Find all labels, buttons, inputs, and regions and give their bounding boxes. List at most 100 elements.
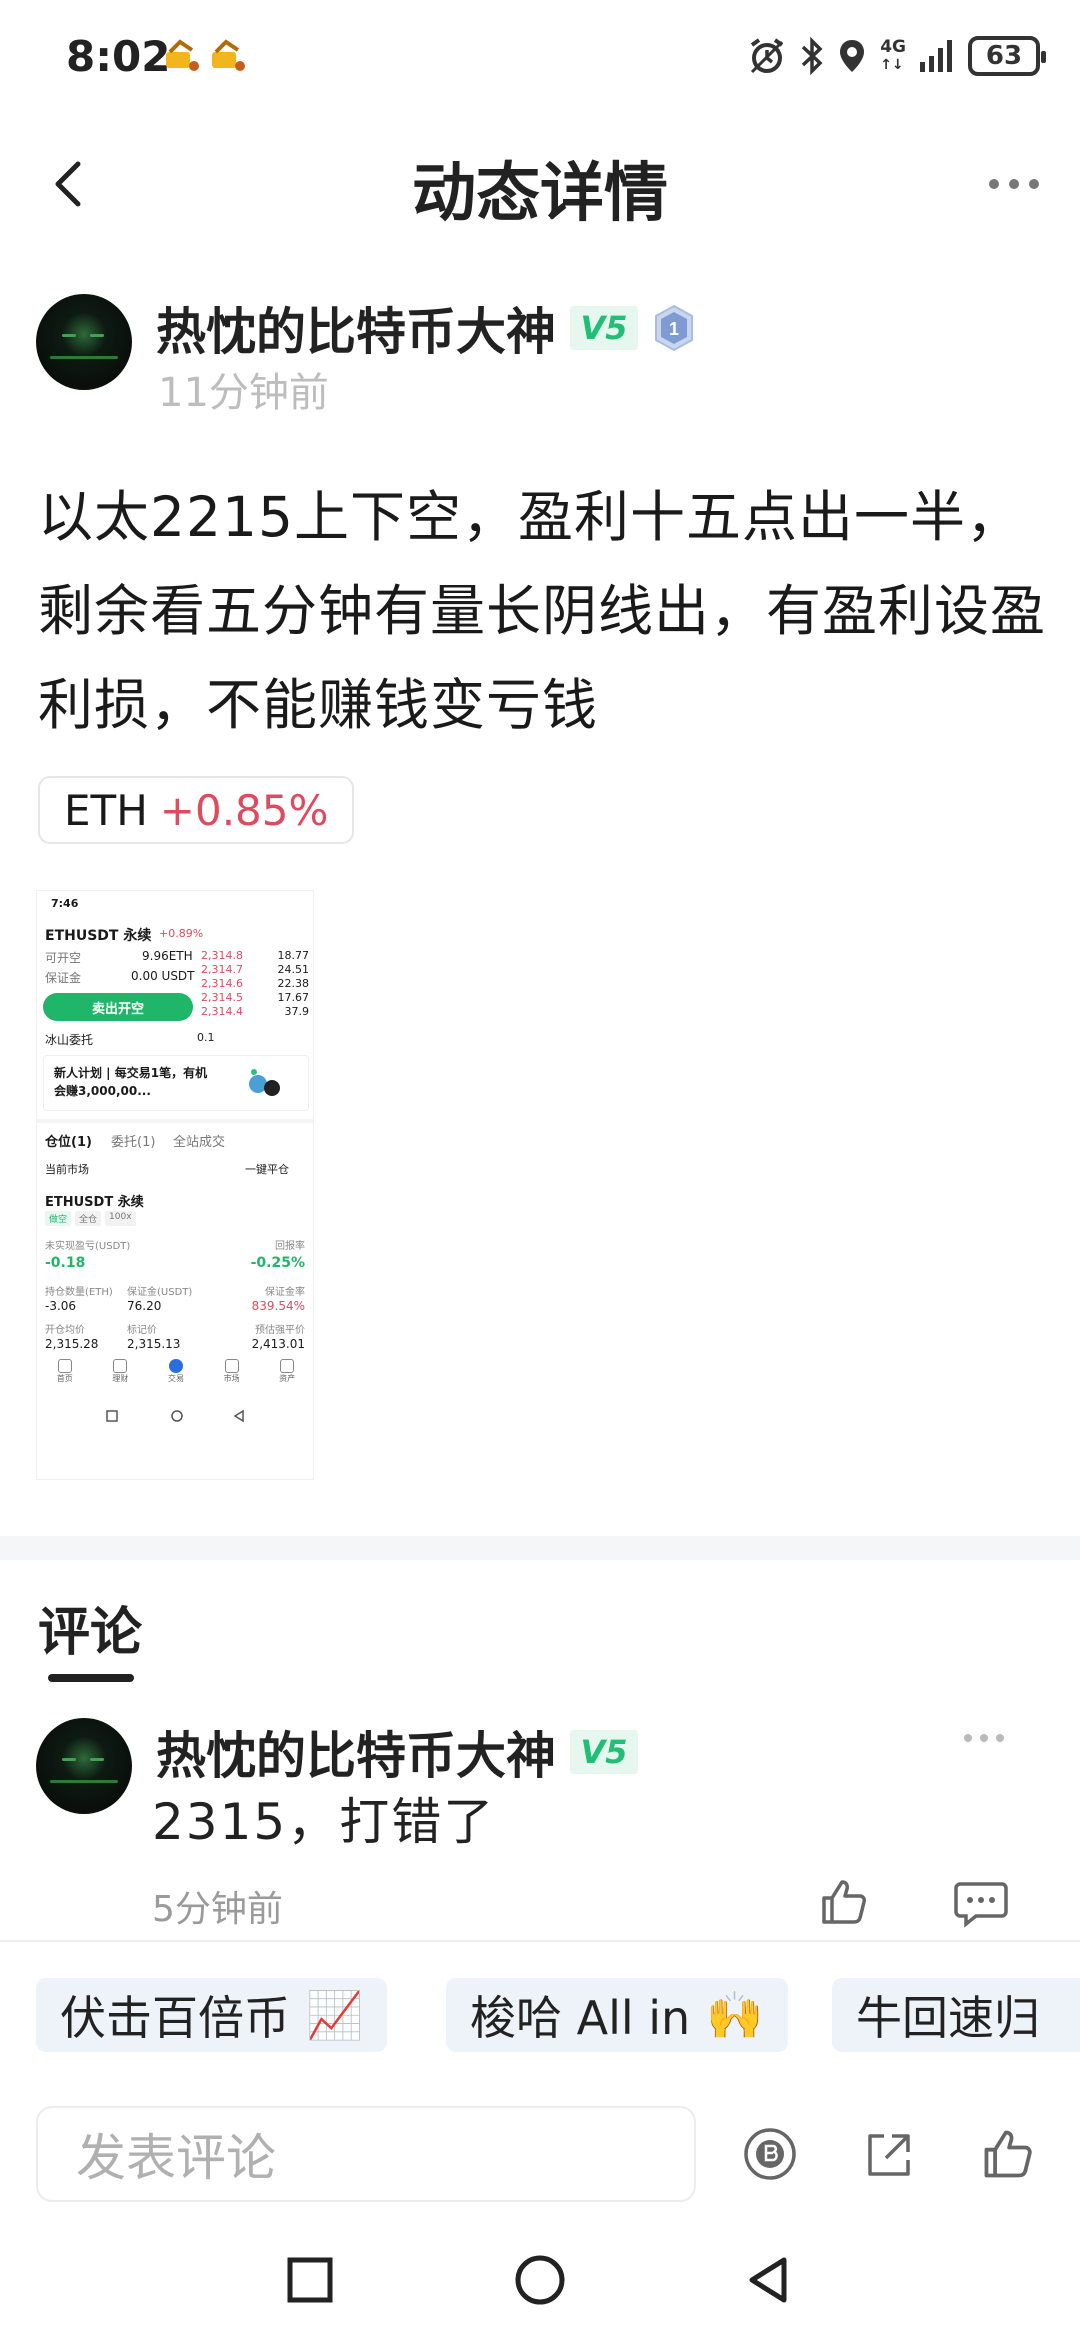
img-orderbook-row: 2,314.5 17.67: [201, 991, 309, 1005]
raised-hands-icon: 🙌: [706, 1987, 764, 2042]
status-time: 8:02: [66, 32, 171, 81]
recents-icon[interactable]: [286, 2256, 334, 2304]
img-label: 标记价: [127, 1325, 157, 1336]
coin-tag-symbol: ETH: [64, 785, 148, 835]
share-icon[interactable]: [862, 2128, 916, 2182]
status-icons: 4G ↑↓ 63: [748, 36, 1046, 76]
img-value: 839.54%: [251, 1299, 305, 1313]
img-orderbook-qty: 17.67: [277, 991, 310, 1004]
location-icon: [840, 40, 865, 72]
img-orderbook-qty: 22.38: [277, 977, 310, 990]
img-pos-tag: 做空: [45, 1211, 72, 1226]
img-bottom-tabs: 首页 理财 交易 市场 资产: [37, 1359, 313, 1384]
img-tab-icon: [57, 1359, 72, 1373]
img-label: 开仓均价: [45, 1325, 85, 1336]
quick-chip[interactable]: 伏击百倍币 📈: [36, 1978, 388, 2052]
comment-avatar[interactable]: [36, 1718, 132, 1814]
comment-author-row: 热忱的比特币大神 V5: [156, 1716, 638, 1788]
post-author-row: 热忱的比特币大神 V5 1: [156, 292, 696, 364]
img-label: 保证金率: [265, 1287, 305, 1298]
vip-badge: V5: [570, 1730, 638, 1774]
chart-emoji-icon: 📈: [306, 1987, 364, 2042]
home-icon[interactable]: [514, 2254, 566, 2306]
img-bottom-tab: 理财: [112, 1359, 128, 1384]
comment-more-icon[interactable]: [962, 1732, 1006, 1744]
img-tab-icon: [224, 1359, 239, 1373]
img-label: 保证金(USDT): [127, 1287, 193, 1298]
img-promo-text: 新人计划 | 每交易1笔，有机会赚3,000,00...: [54, 1066, 208, 1098]
vip-badge: V5: [570, 306, 638, 350]
bottom-divider: [0, 1940, 1080, 1942]
img-tab-label: 理财: [112, 1374, 129, 1383]
img-orderbook-qty: 24.51: [277, 963, 310, 976]
img-tab-label: 交易: [167, 1374, 184, 1383]
img-value: -0.18: [45, 1255, 86, 1271]
quick-chip[interactable]: 牛回速归: [832, 1978, 1080, 2052]
signal-icon: [920, 40, 952, 72]
img-tab-label: 资产: [279, 1374, 296, 1383]
img-bottom-tab: 市场: [224, 1359, 240, 1384]
img-qty: 0.1: [197, 1031, 215, 1044]
img-label: 保证金: [45, 971, 82, 985]
img-orderbook-price: 2,314.4: [201, 1005, 243, 1018]
img-tab: 全站成交: [173, 1135, 226, 1150]
status-bar: 8:02 4G ↑↓ 63: [0, 0, 1080, 120]
img-sell-button: 卖出开空: [43, 993, 193, 1021]
img-label: 未实现盈亏(USDT): [45, 1241, 131, 1252]
img-orderbook-qty: 18.77: [277, 949, 310, 962]
img-orderbook-price: 2,314.8: [201, 949, 243, 962]
notification-icon: [166, 39, 199, 71]
img-value: 2,413.01: [251, 1337, 305, 1351]
comment-text: 2315，打错了: [152, 1793, 496, 1851]
img-label: 可开空: [45, 951, 82, 965]
comments-title-underline: [48, 1674, 134, 1682]
more-icon[interactable]: [986, 176, 1042, 192]
bluetooth-icon: [802, 36, 823, 76]
img-tab-label: 市场: [223, 1374, 240, 1383]
post-author-name[interactable]: 热忱的比特币大神: [156, 292, 556, 364]
img-close-all: 一键平仓: [245, 1163, 289, 1176]
coin-tag[interactable]: ETH +0.85%: [38, 776, 355, 844]
post-time: 11分钟前: [158, 370, 329, 416]
comment-author-name[interactable]: 热忱的比特币大神: [156, 1716, 556, 1788]
img-label: 预估强平价: [255, 1325, 305, 1336]
img-bottom-tab: 首页: [57, 1359, 73, 1384]
avatar[interactable]: [36, 294, 132, 390]
coin-tag-change: +0.85%: [159, 785, 329, 835]
post-content: 以太2215上下空，盈利十五点出一半，剩余看五分钟有量长阴线出，有盈利设盈利损，…: [38, 485, 1047, 737]
img-label: 回报率: [275, 1241, 305, 1252]
img-orderbook-price: 2,314.5: [201, 991, 243, 1004]
back-nav-icon[interactable]: [744, 2254, 792, 2306]
img-promo: 新人计划 | 每交易1笔，有机会赚3,000,00...: [43, 1055, 309, 1111]
coin-reward-icon[interactable]: [742, 2126, 798, 2182]
img-orderbook-price: 2,314.6: [201, 977, 243, 990]
comment-input[interactable]: 发表评论: [36, 2106, 696, 2202]
img-pos-tags: 做空 全仓 100x: [45, 1211, 136, 1226]
img-value: 0.00 USDT: [131, 969, 195, 983]
network-type: 4G ↑↓: [880, 37, 906, 73]
img-value: 76.20: [127, 1299, 162, 1313]
img-pair: ETHUSDT 永续: [45, 928, 152, 944]
post-image[interactable]: 7:46 ETHUSDT 永续 +0.89% 可开空 9.96ETH 保证金 0…: [36, 890, 314, 1480]
img-tab-icon: [280, 1359, 295, 1373]
img-pair-change: +0.89%: [159, 927, 204, 940]
img-tab-icon: [113, 1359, 128, 1373]
img-orderbook: 2,314.8 18.77 2,314.7 24.51 2,314.6 22.38 2,31…: [201, 949, 309, 1019]
comments-title: 评论: [38, 1603, 143, 1663]
reply-icon[interactable]: [954, 1880, 1008, 1928]
img-orderbook-price: 2,314.7: [201, 963, 243, 976]
level-badge-icon: 1: [655, 304, 693, 352]
img-orderbook-row: 2,314.7 24.51: [201, 963, 309, 977]
like-post-icon[interactable]: [980, 2126, 1036, 2182]
img-value: -0.25%: [250, 1255, 305, 1271]
img-iceberg: 冰山委托: [45, 1033, 94, 1047]
img-pos-tag: 100x: [105, 1211, 136, 1226]
img-bottom-tab: 交易: [168, 1359, 184, 1384]
promo-graphic-icon: [249, 1069, 280, 1096]
img-tab-icon: [168, 1359, 183, 1373]
img-system-nav-icon: [106, 1409, 244, 1423]
comment-time: 5分钟前: [152, 1889, 283, 1930]
like-icon[interactable]: [818, 1876, 870, 1928]
img-position-pair: ETHUSDT 永续: [45, 1195, 144, 1210]
quick-chip[interactable]: 梭哈 All in 🙌: [446, 1978, 788, 2052]
